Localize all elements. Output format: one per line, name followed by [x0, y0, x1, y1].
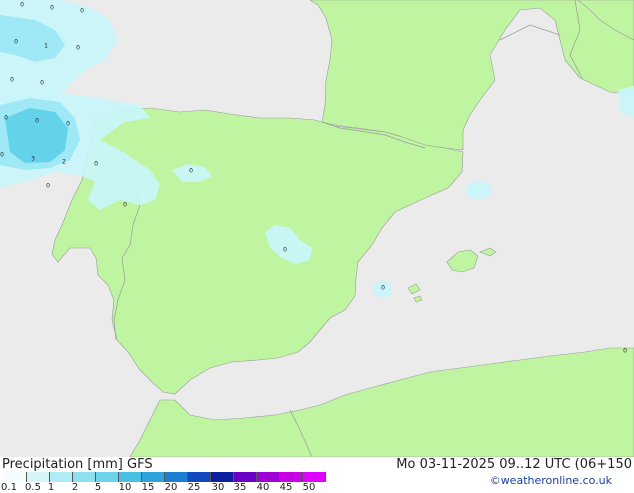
scale-swatch [234, 472, 257, 482]
contour-label: 0 [94, 161, 98, 168]
scale-swatch [50, 472, 73, 482]
scale-label: 25 [187, 482, 201, 493]
map-canvas: 0 0 0 1 0 0 0 0 0 0 0 0 3 2 0 0 0 0 0 0 0 [0, 0, 634, 458]
contour-label: 0 [80, 8, 84, 15]
contour-label: 0 [66, 121, 70, 128]
scale-swatch [165, 472, 188, 482]
scale-swatch [280, 472, 303, 482]
scale-swatch [119, 472, 142, 482]
contour-label: 3 [31, 156, 35, 163]
precipitation-map: 0 0 0 1 0 0 0 0 0 0 0 0 3 2 0 0 0 0 0 0 0 [0, 0, 634, 458]
scale-swatch [4, 472, 27, 482]
precip-color-scale [4, 472, 326, 482]
scale-label: 15 [141, 482, 155, 493]
scale-label: 30 [211, 482, 225, 493]
scale-swatch [257, 472, 280, 482]
contour-label: 0 [14, 39, 18, 46]
credit-link[interactable]: ©weatheronline.co.uk [490, 474, 612, 487]
scale-swatch [142, 472, 165, 482]
contour-label: 0 [20, 2, 24, 9]
contour-label: 0 [381, 285, 385, 292]
contour-label: 1 [44, 43, 48, 50]
forecast-datetime: Mo 03-11-2025 09..12 UTC (06+150 [396, 457, 632, 472]
scale-label: 35 [233, 482, 247, 493]
map-footer: Precipitation [mm] GFS Mo 03-11-2025 09.… [0, 457, 634, 493]
contour-label: 0 [10, 77, 14, 84]
scale-label: 5 [94, 482, 102, 493]
scale-label: 20 [164, 482, 178, 493]
contour-label: 0 [35, 118, 39, 125]
contour-label: 0 [76, 45, 80, 52]
scale-label: 50 [302, 482, 316, 493]
contour-label: 0 [4, 115, 8, 122]
scale-label: 0.5 [25, 482, 41, 493]
scale-label: 45 [279, 482, 293, 493]
scale-label: 10 [118, 482, 132, 493]
scale-swatch [96, 472, 119, 482]
contour-label: 2 [62, 159, 66, 166]
scale-label: 2 [71, 482, 79, 493]
contour-label: 0 [623, 348, 627, 355]
contour-label: 0 [283, 247, 287, 254]
contour-label: 0 [46, 183, 50, 190]
contour-label: 0 [0, 152, 4, 159]
scale-label: 1 [47, 482, 55, 493]
scale-label: 0.1 [1, 482, 17, 493]
contour-label: 0 [40, 80, 44, 87]
scale-arrow [309, 472, 327, 482]
scale-label: 40 [256, 482, 270, 493]
contour-label: 0 [123, 202, 127, 209]
map-title: Precipitation [mm] GFS [2, 457, 153, 472]
contour-label: 0 [50, 5, 54, 12]
scale-swatch [27, 472, 50, 482]
scale-swatch [211, 472, 234, 482]
scale-swatch [73, 472, 96, 482]
contour-label: 0 [189, 168, 193, 175]
scale-swatch [188, 472, 211, 482]
